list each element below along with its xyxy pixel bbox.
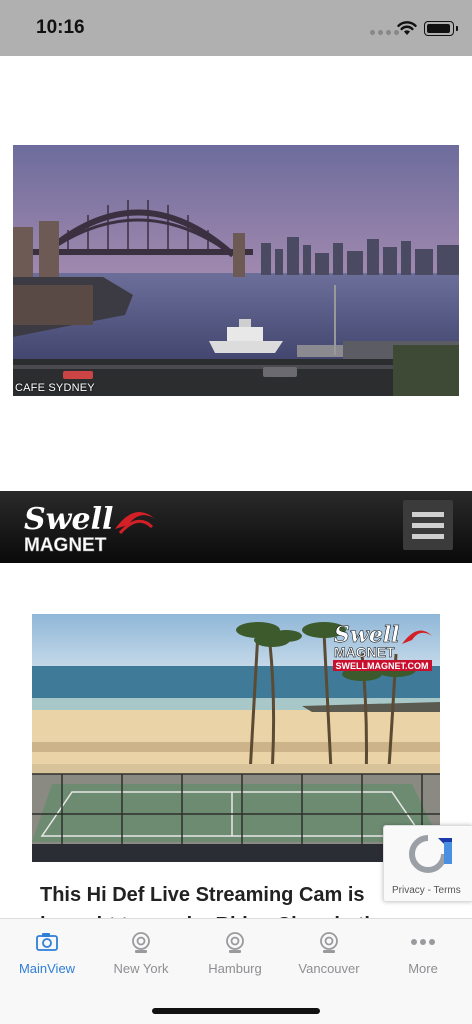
- webcam-caption: CAFE SYDNEY: [15, 382, 95, 394]
- recaptcha-links: Privacy - Terms: [392, 885, 461, 896]
- tab-label: Hamburg: [208, 961, 262, 976]
- menu-icon-bar: [412, 522, 444, 528]
- webcam-icon: [226, 932, 244, 953]
- swell-magnet-logo[interactable]: Swell MAGNET: [20, 499, 160, 555]
- svg-text:Swell: Swell: [24, 502, 113, 537]
- swell-magnet-watermark: Swell MAGNET SWELLMAGNET.COM: [333, 622, 432, 671]
- link-separator: -: [424, 885, 434, 896]
- tab-hamburg[interactable]: Hamburg: [188, 929, 282, 976]
- menu-icon-bar: [412, 511, 444, 517]
- hamburger-menu-button[interactable]: [403, 500, 453, 550]
- svg-text:MAGNET: MAGNET: [24, 535, 107, 555]
- more-icon: [411, 939, 435, 945]
- tab-label: MainView: [18, 961, 76, 976]
- tab-mainview[interactable]: MainView: [0, 929, 94, 976]
- menu-icon-bar: [412, 533, 444, 539]
- tab-label: More: [408, 961, 438, 976]
- tab-new-york[interactable]: New York: [94, 929, 188, 976]
- tab-vancouver[interactable]: Vancouver: [282, 929, 376, 976]
- cellular-signal-icon: [370, 30, 399, 35]
- webcam-icon: [132, 932, 150, 953]
- recaptcha-badge[interactable]: Privacy - Terms: [383, 825, 472, 902]
- tab-more[interactable]: More: [376, 929, 470, 976]
- wifi-icon: [397, 21, 417, 35]
- recaptcha-icon: [409, 835, 452, 873]
- status-bar: 10:16: [0, 0, 472, 56]
- privacy-link[interactable]: Privacy: [392, 885, 425, 896]
- terms-link[interactable]: Terms: [434, 885, 461, 896]
- svg-text:MAGNET: MAGNET: [334, 644, 395, 660]
- webcam-image-sydney[interactable]: CAFE SYDNEY: [13, 145, 459, 396]
- home-indicator[interactable]: [152, 1008, 320, 1014]
- sydney-harbour-image: [13, 145, 459, 396]
- tab-label: Vancouver: [298, 961, 360, 976]
- webcam-icon: [320, 932, 338, 953]
- tab-label: New York: [113, 961, 169, 976]
- status-time: 10:16: [36, 17, 85, 38]
- camera-icon: [36, 933, 58, 951]
- svg-text:SWELLMAGNET.COM: SWELLMAGNET.COM: [336, 661, 429, 671]
- battery-icon: [424, 21, 458, 36]
- webcam-image-beach[interactable]: Swell MAGNET SWELLMAGNET.COM: [32, 614, 440, 862]
- site-header: Swell MAGNET: [0, 491, 472, 563]
